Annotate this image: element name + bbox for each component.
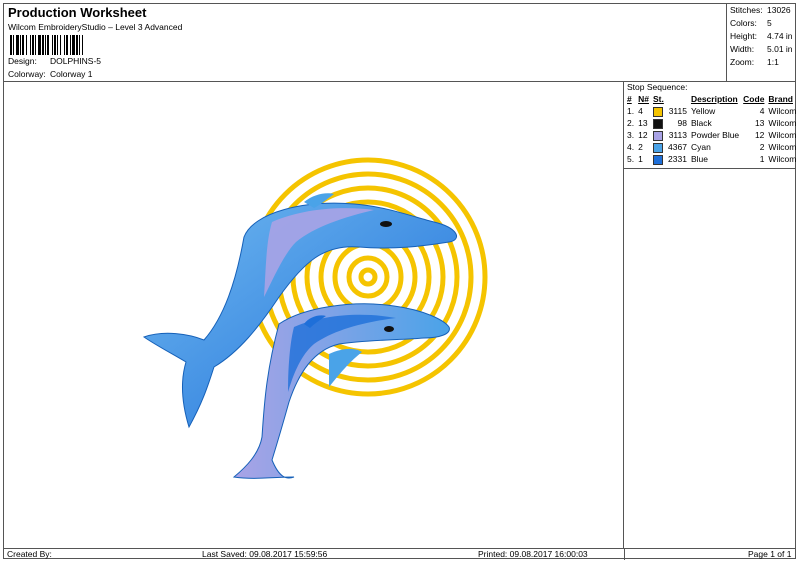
footer-divider — [624, 549, 625, 560]
stop-sequence-divider — [624, 168, 795, 169]
page-number: Page 1 of 1 — [748, 549, 792, 559]
stat-colors: Colors: 5 — [730, 18, 772, 28]
col-code: Code — [743, 94, 765, 104]
stop-brand: Wilcom — [768, 106, 797, 116]
stop-sequence-title: Stop Sequence: — [627, 82, 688, 92]
stop-description: Yellow — [690, 106, 716, 116]
stop-stitch-count: 3113 — [668, 130, 687, 140]
created-by: Created By: — [7, 549, 52, 559]
worksheet-footer: Created By: Last Saved: 09.08.2017 15:59… — [4, 548, 795, 560]
stop-row: 3. 12 3113 Powder Blue 12 Wilcom — [625, 129, 798, 141]
stop-index: 2. — [627, 118, 635, 128]
stop-brand: Wilcom — [768, 130, 797, 140]
stat-stitches: Stitches: 13026 — [730, 5, 791, 15]
colorway-label: Colorway: — [8, 69, 46, 79]
stop-stitches: 98 — [651, 117, 689, 129]
color-swatch — [652, 142, 663, 153]
col-description: Description — [690, 94, 738, 104]
barcode-bar — [83, 35, 84, 55]
stop-index: 3. — [627, 130, 635, 140]
stop-index: 4. — [627, 142, 635, 152]
stop-needle: 4 — [638, 106, 643, 116]
design-stats: Stitches: 13026 Colors: 5 Height: 4.74 in W… — [727, 4, 795, 82]
stat-width: Width: 5.01 in — [730, 44, 793, 54]
col-stitches: St. — [652, 94, 664, 104]
stop-description: Blue — [690, 154, 708, 164]
stop-description: Black — [690, 118, 712, 128]
stop-brand: Wilcom — [768, 154, 797, 164]
stop-description: Powder Blue — [690, 130, 740, 140]
col-brand: Brand — [768, 94, 793, 104]
stop-needle: 2 — [638, 142, 643, 152]
stop-code: 1 — [759, 154, 765, 164]
stop-code: 2 — [759, 142, 765, 152]
stop-index: 1. — [627, 106, 635, 116]
stop-row: 5. 1 2331 Blue 1 Wilcom — [625, 153, 798, 165]
color-swatch — [652, 154, 663, 165]
stop-stitch-count: 3115 — [668, 106, 687, 116]
last-saved: Last Saved: 09.08.2017 15:59:56 — [202, 549, 328, 559]
design-value: DOLPHINS-5 — [50, 56, 102, 66]
stop-sequence-panel: Stop Sequence: # N# St. Description Code… — [624, 82, 798, 169]
stop-brand: Wilcom — [768, 118, 797, 128]
worksheet-header: Production Worksheet Wilcom EmbroiderySt… — [4, 4, 727, 82]
stop-stitch-count: 98 — [677, 118, 687, 128]
stat-height: Height: 4.74 in — [730, 31, 793, 41]
stop-code: 13 — [754, 118, 765, 128]
color-swatch — [652, 130, 663, 141]
page-title: Production Worksheet — [8, 5, 147, 20]
worksheet-frame: Production Worksheet Wilcom EmbroiderySt… — [3, 3, 798, 560]
stop-stitch-count: 2331 — [668, 154, 687, 164]
col-index: # — [627, 94, 632, 104]
colorway-value: Colorway 1 — [50, 69, 93, 79]
colorway-info: Colorway: Colorway 1 — [8, 69, 93, 79]
col-needle: N# — [638, 94, 649, 104]
stop-code: 12 — [754, 130, 765, 140]
stat-zoom: Zoom: 1:1 — [730, 57, 779, 67]
stop-stitch-count: 4367 — [668, 142, 687, 152]
color-swatch — [652, 106, 663, 117]
printed-date: Printed: 09.08.2017 16:00:03 — [478, 549, 588, 559]
barcode — [10, 35, 124, 55]
stop-brand: Wilcom — [768, 142, 797, 152]
stop-code: 4 — [759, 106, 765, 116]
stop-row: 1. 4 3115 Yellow 4 Wilcom — [625, 105, 798, 117]
stop-stitches: 4367 — [651, 141, 689, 153]
stop-needle: 1 — [638, 154, 643, 164]
stop-description: Cyan — [690, 142, 711, 152]
stop-index: 5. — [627, 154, 635, 164]
stop-stitches: 2331 — [651, 153, 689, 165]
stop-stitches: 3113 — [651, 129, 689, 141]
software-subtitle: Wilcom EmbroideryStudio – Level 3 Advanc… — [8, 22, 183, 32]
stop-sequence-header-row: # N# St. Description Code Brand — [625, 93, 798, 105]
stop-stitches: 3115 — [651, 105, 689, 117]
stop-row: 2. 13 98 Black 13 Wilcom — [625, 117, 798, 129]
stop-needle: 12 — [638, 130, 648, 140]
stop-sequence-table: # N# St. Description Code Brand 1. 4 3115 Y… — [625, 93, 798, 165]
design-preview — [4, 82, 624, 548]
color-swatch — [652, 118, 663, 129]
stop-needle: 13 — [638, 118, 648, 128]
design-label: Design: — [8, 56, 37, 66]
dolphins-embroidery-image — [142, 157, 488, 479]
stop-row: 4. 2 4367 Cyan 2 Wilcom — [625, 141, 798, 153]
design-info: Design: DOLPHINS-5 — [8, 56, 101, 66]
